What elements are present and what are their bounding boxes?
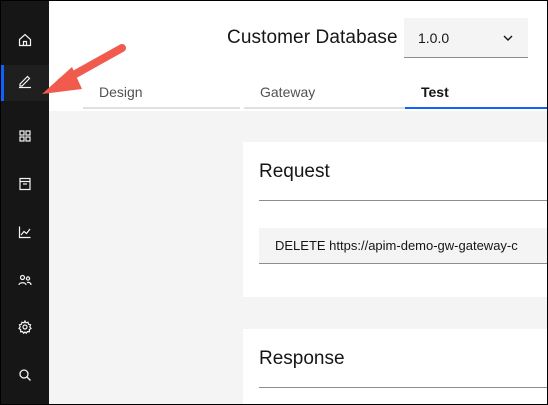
version-select[interactable]: 1.0.0 <box>404 18 528 58</box>
tab-design[interactable]: Design <box>83 75 240 109</box>
divider <box>259 200 547 201</box>
sidebar-item-develop[interactable] <box>1 65 49 101</box>
response-card: Response <box>243 329 547 404</box>
sidebar-item-settings[interactable] <box>1 313 49 345</box>
sidebar-item-consumers[interactable] <box>1 266 49 298</box>
request-card: Request DELETE https://apim-demo-gw-gate… <box>243 142 547 297</box>
sidebar-item-catalog[interactable] <box>1 170 49 202</box>
page-title: Customer Database <box>227 27 398 48</box>
header: Customer Database 1.0.0 Design Gateway T… <box>49 1 547 111</box>
tab-test[interactable]: Test <box>405 75 547 109</box>
tab-label: Design <box>99 84 143 100</box>
tab-label: Test <box>421 84 449 100</box>
sidebar <box>1 1 49 404</box>
grid-icon <box>17 128 33 149</box>
edit-pencil-icon <box>17 73 33 94</box>
version-select-value: 1.0.0 <box>418 29 450 46</box>
tab-label: Gateway <box>260 84 316 100</box>
archive-icon <box>17 176 33 197</box>
sidebar-item-analytics[interactable] <box>1 218 49 250</box>
user-group-icon <box>17 272 33 293</box>
chart-line-icon <box>17 224 33 245</box>
response-heading: Response <box>259 348 345 369</box>
app-frame: Customer Database 1.0.0 Design Gateway T… <box>0 0 548 405</box>
search-icon <box>17 367 33 388</box>
sidebar-item-home[interactable] <box>1 26 49 58</box>
request-url-field[interactable]: DELETE https://apim-demo-gw-gateway-c <box>259 228 547 264</box>
sidebar-item-apps[interactable] <box>1 122 49 154</box>
gear-icon <box>17 319 33 340</box>
home-icon <box>17 32 33 53</box>
divider <box>259 387 547 388</box>
tab-gateway[interactable]: Gateway <box>244 75 405 109</box>
sidebar-item-search[interactable] <box>1 361 49 393</box>
request-heading: Request <box>259 161 330 182</box>
